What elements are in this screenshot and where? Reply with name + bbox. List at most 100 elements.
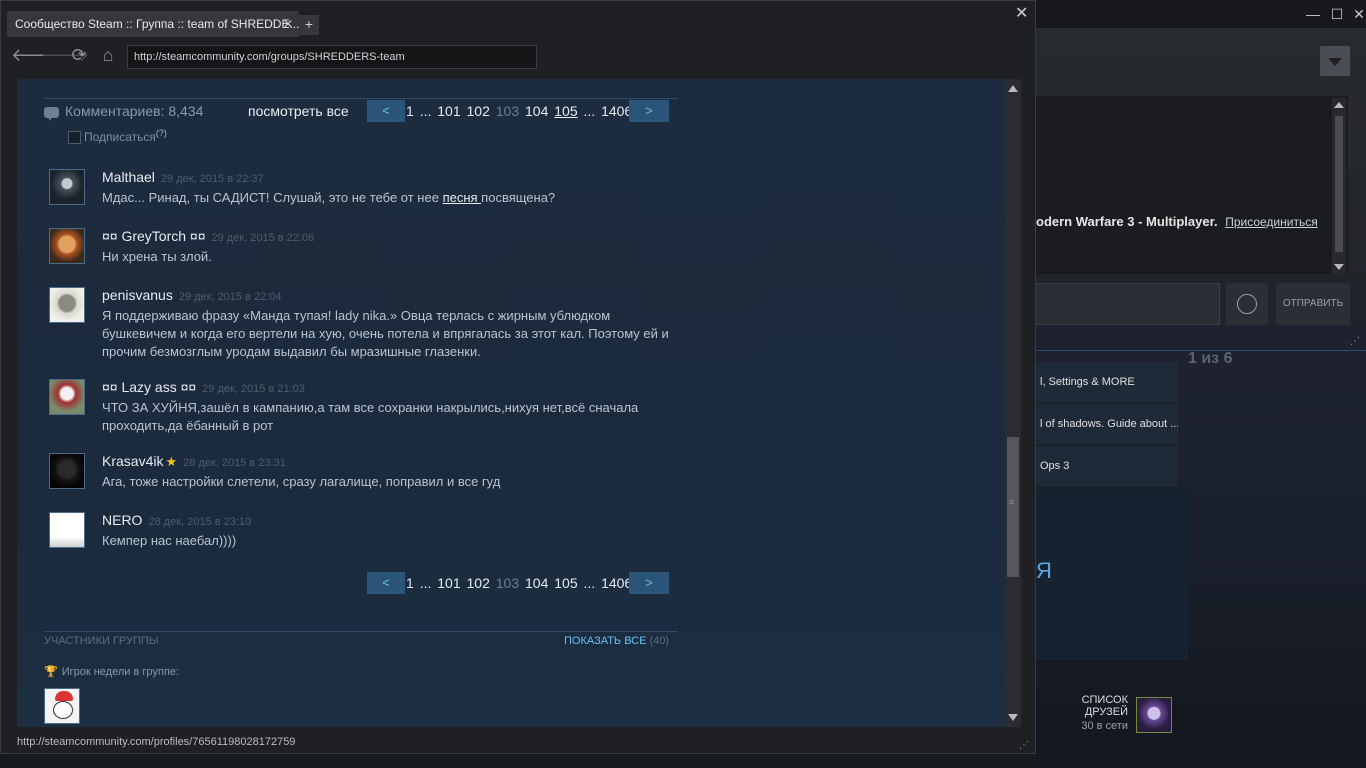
chat-input[interactable]	[1036, 283, 1220, 325]
subscribe-checkbox[interactable]: Подписаться(?)	[68, 128, 167, 145]
comment-bubble-icon	[44, 106, 59, 121]
back-arrow-icon[interactable]: 🡐	[11, 45, 59, 66]
comment-author[interactable]: Krasav4ik	[102, 453, 163, 469]
player-week-label: Игрок недели в группе:	[61, 666, 179, 678]
page-link[interactable]: 105	[554, 575, 577, 591]
new-tab-button[interactable]: +	[299, 15, 319, 35]
reload-icon[interactable]: ⟳	[67, 45, 91, 66]
current-page: 103	[495, 575, 520, 591]
page-ellipsis: ...	[419, 103, 432, 119]
avatar[interactable]	[49, 228, 85, 264]
comment-author[interactable]: ¤¤ Lazy ass ¤¤	[102, 379, 196, 395]
song-link[interactable]: песня	[443, 190, 482, 205]
browser-window: Сообщество Steam :: Группа :: team of SH…	[0, 0, 1036, 754]
scroll-up-icon[interactable]	[1008, 85, 1018, 92]
comment-author[interactable]: penisvanus	[102, 287, 173, 303]
tab-bar: Сообщество Steam :: Группа :: team of SH…	[1, 1, 1035, 41]
resize-grip-icon[interactable]: ⋰	[1350, 336, 1360, 347]
page-link[interactable]: 104	[525, 575, 548, 591]
avatar[interactable]	[49, 512, 85, 548]
comment-author[interactable]: Malthael	[102, 169, 155, 185]
next-page-button[interactable]: >	[629, 100, 669, 122]
friends-title: СПИСОК ДРУЗЕЙ	[1081, 694, 1128, 718]
comment-author[interactable]: ¤¤ GreyTorch ¤¤	[102, 228, 206, 244]
page-link[interactable]: 1406	[601, 103, 632, 119]
page-link[interactable]: 1	[406, 575, 414, 591]
page-link[interactable]: 1406	[601, 575, 632, 591]
page-link[interactable]: 1	[406, 103, 414, 119]
comment-time: 29 дек, 2015 в 21:03	[202, 383, 305, 395]
friends-list-button[interactable]: СПИСОК ДРУЗЕЙ 30 в сети	[1036, 694, 1128, 732]
home-icon[interactable]: ⌂	[96, 45, 120, 66]
promo-glyph: Я	[1036, 558, 1052, 583]
comment-time: 29 дек, 2015 в 22:04	[178, 291, 282, 303]
next-page-button[interactable]: >	[629, 572, 669, 594]
comment-time: 28 дек, 2015 в 23:10	[148, 516, 252, 528]
page-links: 1 ... 101 102 103 104 105 ... 1406	[405, 572, 632, 594]
comment-text: Кемпер нас наебал))))	[102, 533, 237, 548]
resize-grip-icon[interactable]: ⋰	[1019, 735, 1029, 757]
page-link[interactable]: 101	[437, 575, 460, 591]
santa-hat-icon	[55, 691, 73, 701]
window-close-icon[interactable]: ✕	[1015, 3, 1028, 23]
scroll-down-icon[interactable]	[1008, 714, 1018, 721]
comment-time: 29 дек, 2015 в 22:06	[211, 232, 315, 244]
star-icon: ★	[165, 454, 178, 469]
guide-item[interactable]: Ops 3	[1036, 446, 1178, 486]
friends-online: 30 в сети	[1081, 720, 1128, 732]
page-ellipsis: ...	[419, 575, 432, 591]
player-of-week-avatar[interactable]	[44, 688, 80, 724]
game-invite-line: odern Warfare 3 - Multiplayer. Присоедин…	[1036, 214, 1336, 229]
face-icon	[53, 701, 73, 719]
chevron-down-icon[interactable]	[1320, 46, 1350, 76]
guide-item[interactable]: l, Settings & MORE	[1036, 362, 1178, 402]
subscribe-label: Подписаться	[84, 130, 156, 144]
comment-count: Комментариев: 8,434	[44, 103, 203, 121]
forward-arrow-icon[interactable]: 🡒	[41, 45, 89, 66]
close-icon[interactable]: ✕	[1348, 4, 1366, 24]
join-link[interactable]: Присоединиться	[1225, 215, 1318, 229]
page-viewport: Комментариев: 8,434 посмотреть все < 1 .…	[17, 79, 1005, 727]
comment-text: Мдас... Ринад, ты САДИСТ! Слушай, это не…	[102, 190, 556, 205]
view-all-link[interactable]: посмотреть все	[248, 103, 349, 119]
page-link[interactable]: 102	[467, 103, 490, 119]
prev-page-button[interactable]: <	[367, 100, 405, 122]
guide-item[interactable]: l of shadows. Guide about ...	[1036, 404, 1178, 444]
tab-close-icon[interactable]: ✕	[283, 11, 293, 37]
prev-page-button[interactable]: <	[367, 572, 405, 594]
pager-bottom: < 1 ... 101 102 103 104 105 ... 1406 >	[367, 572, 669, 594]
user-avatar[interactable]	[1136, 697, 1172, 733]
chat-area	[1036, 96, 1348, 274]
scroll-thumb[interactable]	[1007, 437, 1019, 577]
maximize-icon[interactable]: ☐	[1326, 4, 1348, 24]
show-all-label[interactable]: ПОКАЗАТЬ ВСЕ	[564, 635, 646, 647]
avatar[interactable]	[49, 379, 85, 415]
avatar[interactable]	[49, 169, 85, 205]
current-page: 103	[495, 103, 520, 119]
avatar[interactable]	[49, 453, 85, 489]
send-button[interactable]: ОТПРАВИТЬ	[1276, 283, 1350, 325]
page-scrollbar[interactable]	[1005, 79, 1021, 727]
avatar[interactable]	[49, 287, 85, 323]
player-of-week: 🏆 Игрок недели в группе:	[44, 665, 179, 678]
checkbox-icon[interactable]	[68, 131, 81, 145]
page-link[interactable]: 104	[525, 103, 548, 119]
minimize-icon[interactable]: —	[1302, 4, 1324, 24]
comment-text: ЧТО ЗА ХУЙНЯ,зашёл в кампанию,а там все …	[102, 400, 639, 433]
page-link[interactable]: 105	[554, 103, 577, 119]
comment-time: 29 дек, 2015 в 22:37	[160, 173, 264, 185]
smiley-icon	[1237, 294, 1257, 314]
url-field[interactable]: http://steamcommunity.com/groups/SHREDDE…	[127, 45, 537, 69]
page-ellipsis: ...	[583, 103, 596, 119]
page-links: 1 ... 101 102 103 104 105 ... 1406	[405, 100, 632, 122]
help-icon[interactable]: (?)	[156, 128, 167, 138]
emoticon-button[interactable]	[1226, 283, 1268, 325]
page-link[interactable]: 101	[437, 103, 460, 119]
page-link[interactable]: 102	[467, 575, 490, 591]
tab-group-page[interactable]: Сообщество Steam :: Группа :: team of SH…	[7, 11, 299, 37]
comment-author[interactable]: NERO	[102, 512, 142, 528]
chat-scrollbar[interactable]	[1332, 98, 1346, 274]
comment-time: 28 дек, 2015 в 23:31	[183, 457, 286, 469]
pager-top: < 1 ... 101 102 103 104 105 ... 1406 >	[367, 100, 669, 122]
show-all-members-link[interactable]: ПОКАЗАТЬ ВСЕ (40)	[564, 635, 669, 647]
